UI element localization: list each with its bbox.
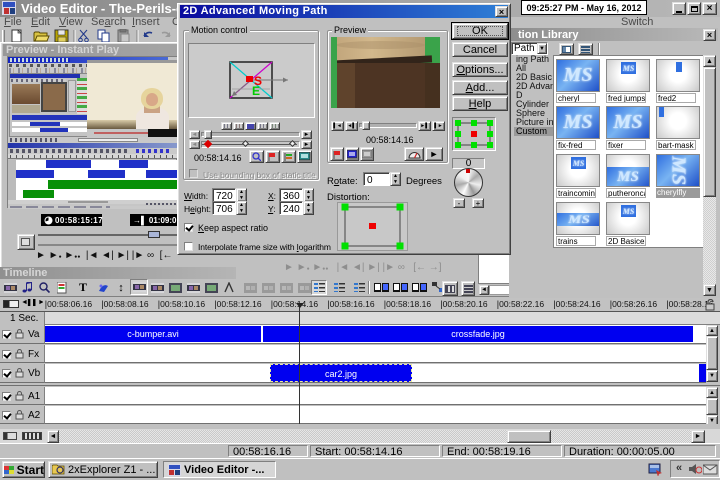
svg-text:E: E xyxy=(252,84,260,98)
